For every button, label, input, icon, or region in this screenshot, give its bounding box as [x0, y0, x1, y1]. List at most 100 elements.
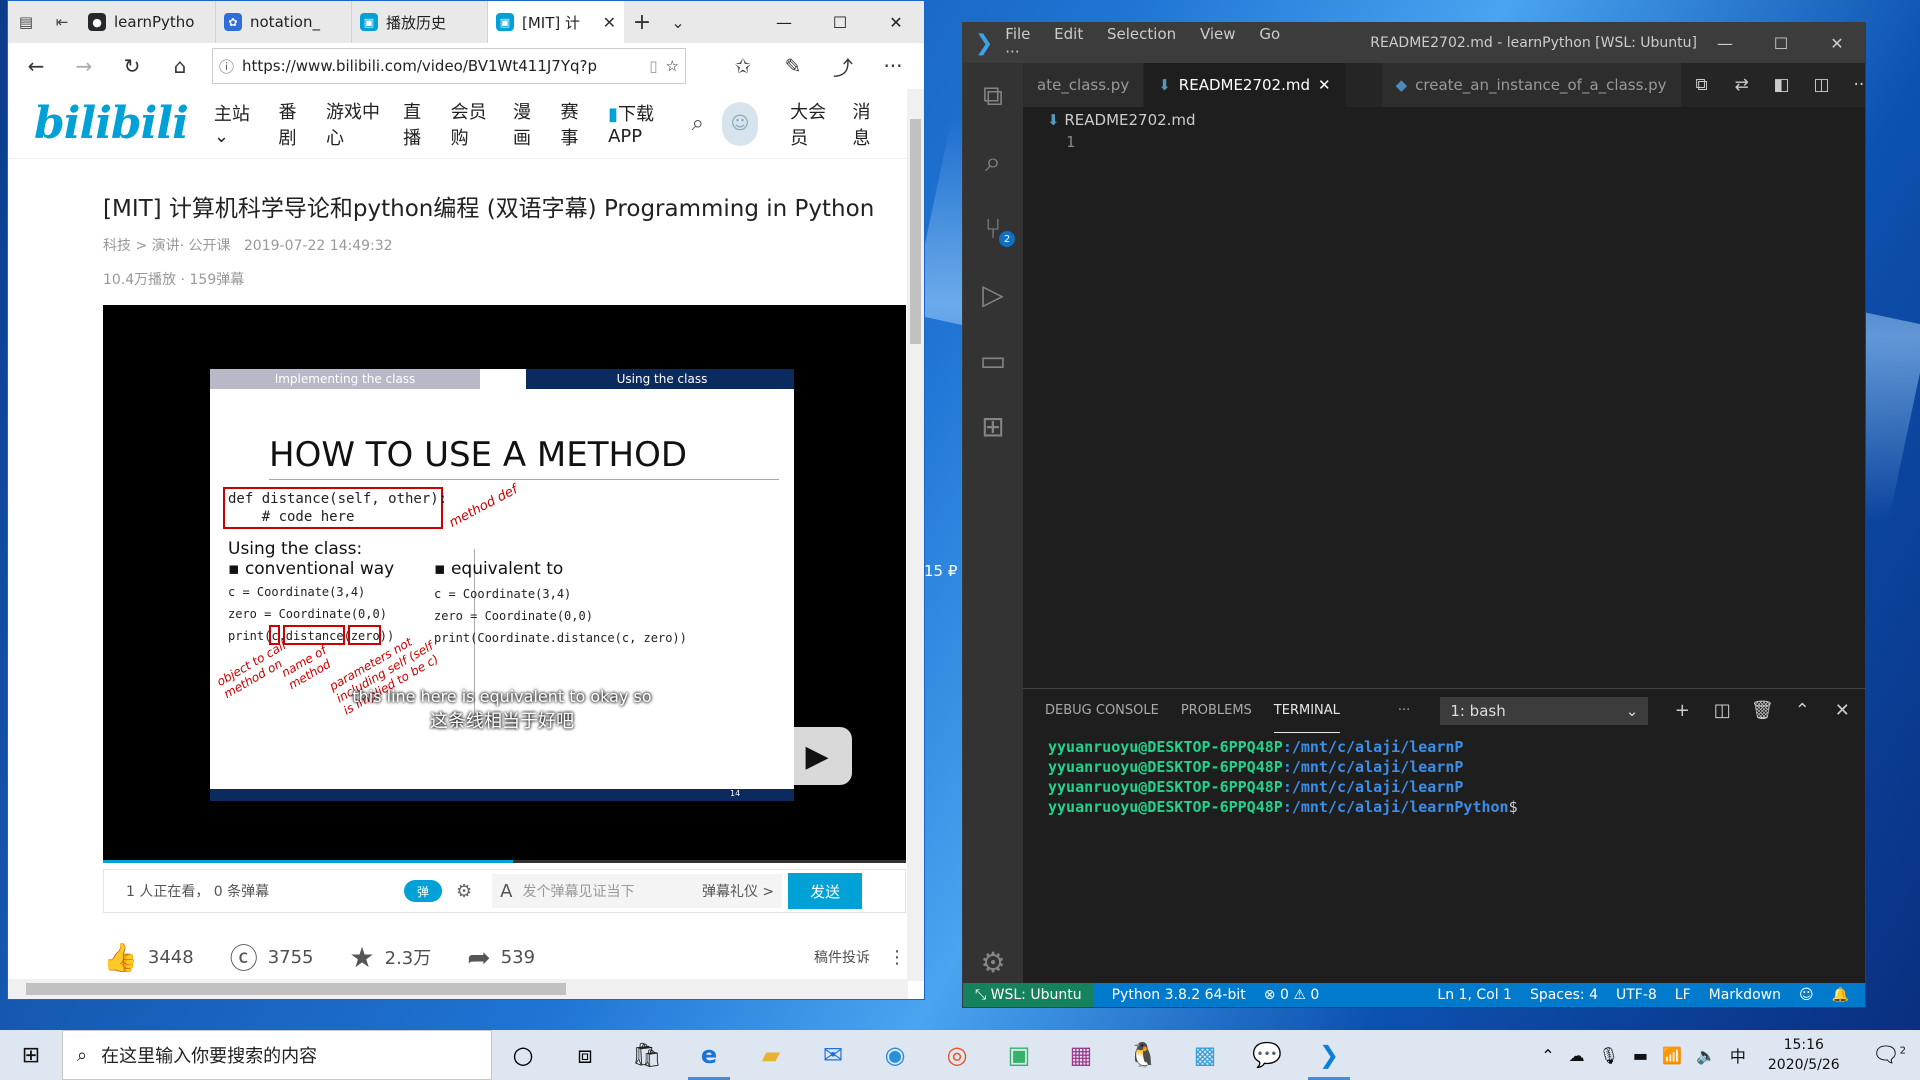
like-button[interactable]: 👍 3448 — [103, 941, 194, 974]
archive-icon[interactable]: ▦ — [1050, 1030, 1112, 1080]
browser-tab-active[interactable]: ▣ [MIT] 计 ✕ — [488, 1, 624, 43]
avatar[interactable]: ☺ — [722, 101, 759, 146]
close-tab-icon[interactable]: ✕ — [603, 13, 616, 32]
wechat-icon[interactable]: 💬 — [1236, 1030, 1298, 1080]
extensions-icon[interactable]: ⊞ — [963, 393, 1023, 459]
cortana-icon[interactable]: ○ — [492, 1030, 554, 1080]
close-button[interactable]: ✕ — [1809, 34, 1865, 53]
menu-file[interactable]: File — [1005, 25, 1030, 43]
new-tab-button[interactable]: + — [624, 1, 660, 43]
nav-item[interactable]: 会员购 — [451, 98, 495, 150]
maximize-panel-icon[interactable]: ⌃ — [1782, 700, 1822, 721]
tab-debug-console[interactable]: DEBUG CONSOLE — [1045, 689, 1159, 733]
close-button[interactable]: ✕ — [868, 1, 924, 43]
open-preview-icon[interactable]: ⧉ — [1682, 63, 1722, 107]
minimize-button[interactable]: — — [756, 1, 812, 43]
file-explorer-icon[interactable]: ▰ — [740, 1030, 802, 1080]
browser-tab[interactable]: ✿ notation_ — [216, 1, 352, 43]
close-panel-icon[interactable]: ✕ — [1822, 700, 1862, 721]
compare-changes-icon[interactable]: ⇄ — [1722, 63, 1762, 107]
more-icon[interactable]: ··· — [868, 52, 918, 81]
favorite-star-icon[interactable]: ☆ — [666, 57, 679, 75]
split-editor-icon[interactable]: ◫ — [1802, 63, 1842, 107]
url-input[interactable]: ⓘ https://www.bilibili.com/video/BV1Wt41… — [212, 48, 686, 84]
edge-icon[interactable]: e — [678, 1030, 740, 1080]
cloud-icon[interactable]: ☁ — [1569, 1046, 1585, 1065]
problems-count[interactable]: ⊗ 0 ⚠ 0 — [1264, 987, 1319, 1003]
share-icon[interactable]: ⤴ — [818, 52, 868, 81]
terminal-output[interactable]: yyuanruoyu@DESKTOP-6PPQ48P:/mnt/c/alaji/… — [1048, 737, 1518, 817]
scroll-thumb[interactable] — [910, 119, 921, 344]
menu-edit[interactable]: Edit — [1054, 25, 1083, 43]
taskbar-search[interactable]: ⌕ 在这里输入你要搜索的内容 — [62, 1030, 492, 1080]
breadcrumb[interactable]: ⬇ README2702.md — [1047, 111, 1196, 129]
send-button[interactable]: 发送 — [788, 873, 863, 909]
wifi-icon[interactable]: 📶 — [1662, 1046, 1682, 1065]
windows-start-icon[interactable]: ⊞ — [0, 1030, 62, 1080]
tab-actions-icon[interactable]: ▤ — [8, 1, 44, 43]
remote-indicator[interactable]: ⤡ WSL: Ubuntu — [963, 983, 1094, 1007]
mail-icon[interactable]: ✉ — [802, 1030, 864, 1080]
minimize-button[interactable]: — — [1697, 34, 1753, 53]
text-style-icon[interactable]: A — [500, 881, 512, 902]
remote-explorer-icon[interactable]: ▭ — [963, 327, 1023, 393]
browser-tab[interactable]: ● learnPytho — [80, 1, 216, 43]
python-interpreter[interactable]: Python 3.8.2 64-bit — [1112, 987, 1246, 1003]
terminal-select[interactable]: 1: bash ⌄ — [1440, 696, 1649, 725]
bilibili-logo[interactable]: bilibili — [34, 98, 189, 149]
explorer-icon[interactable]: ⧉ — [963, 63, 1023, 129]
info-icon[interactable]: ⓘ — [219, 56, 234, 77]
editor-tab-active[interactable]: ⬇ README2702.md ✕ — [1144, 63, 1346, 107]
menu-view[interactable]: View — [1200, 25, 1236, 43]
video-category[interactable]: 科技 > 演讲· 公开课 — [103, 238, 231, 254]
forward-button[interactable]: → — [62, 48, 106, 84]
editor-tab[interactable]: ◆ create_an_instance_of_a_class.py — [1381, 63, 1682, 107]
preview-side-icon[interactable]: ◧ — [1762, 63, 1802, 107]
tab-list-chevron-icon[interactable]: ⌄ — [660, 1, 696, 43]
trash-icon[interactable]: 🗑 — [1742, 700, 1782, 721]
gear-icon[interactable]: ⚙ — [963, 946, 1023, 979]
nav-item[interactable]: 直播 — [403, 98, 433, 150]
horizontal-scrollbar[interactable] — [8, 979, 908, 999]
report-link[interactable]: 稿件投诉 — [814, 947, 870, 967]
nav-messages[interactable]: 消息 — [852, 98, 882, 150]
tab-terminal[interactable]: TERMINAL — [1273, 689, 1340, 733]
set-aside-tabs-icon[interactable]: ⇤ — [44, 1, 80, 43]
vscode-icon[interactable]: ❯ — [1298, 1030, 1360, 1080]
browser-compass-icon[interactable]: ◉ — [864, 1030, 926, 1080]
tab-more[interactable]: ··· — [1398, 689, 1410, 733]
danmaku-toggle[interactable]: 弹 — [404, 880, 442, 902]
battery-icon[interactable]: ▬ — [1633, 1046, 1648, 1065]
play-button[interactable]: ▶ — [782, 727, 852, 785]
menu-more[interactable]: ··· — [1005, 43, 1019, 61]
coin-button[interactable]: ⓒ 3755 — [230, 937, 314, 977]
encoding[interactable]: UTF-8 — [1616, 987, 1657, 1003]
close-tab-icon[interactable]: ✕ — [1318, 76, 1331, 94]
chevron-up-icon[interactable]: ⌃ — [1541, 1046, 1554, 1065]
split-terminal-icon[interactable]: ◫ — [1702, 700, 1742, 721]
maximize-button[interactable]: ☐ — [812, 1, 868, 43]
cursor-position[interactable]: Ln 1, Col 1 — [1437, 987, 1512, 1003]
volume-icon[interactable]: 🔈 — [1696, 1046, 1716, 1065]
vertical-scrollbar[interactable] — [907, 89, 924, 981]
tab-problems[interactable]: PROBLEMS — [1181, 689, 1252, 733]
video-player[interactable]: Implementing the class Using the class H… — [103, 305, 906, 863]
language-mode[interactable]: Markdown — [1709, 987, 1781, 1003]
nav-item[interactable]: 游戏中心 — [326, 98, 385, 150]
end-of-line[interactable]: LF — [1675, 987, 1691, 1003]
microphone-icon[interactable]: 🎙 — [1599, 1046, 1619, 1065]
more-vertical-icon[interactable]: ⋮ — [888, 947, 906, 968]
favorites-icon[interactable]: ✩ — [718, 52, 768, 81]
home-button[interactable]: ⌂ — [158, 48, 202, 84]
clock[interactable]: 15:16 2020/5/26 — [1760, 1035, 1848, 1075]
store-icon[interactable]: 🛍 — [616, 1030, 678, 1080]
nav-item[interactable]: 赛事 — [561, 98, 591, 150]
menu-selection[interactable]: Selection — [1107, 25, 1176, 43]
share-button[interactable]: ➦ 539 — [467, 941, 535, 974]
nav-vip[interactable]: 大会员 — [790, 98, 834, 150]
search-icon[interactable]: ⌕ — [963, 129, 1023, 195]
danmaku-etiquette-link[interactable]: 弹幕礼仪 > — [702, 881, 774, 901]
nav-main[interactable]: 主站 ⌄ — [214, 100, 261, 147]
ubuntu-icon[interactable]: ◎ — [926, 1030, 988, 1080]
download-app-link[interactable]: ▮下载APP — [608, 100, 674, 147]
